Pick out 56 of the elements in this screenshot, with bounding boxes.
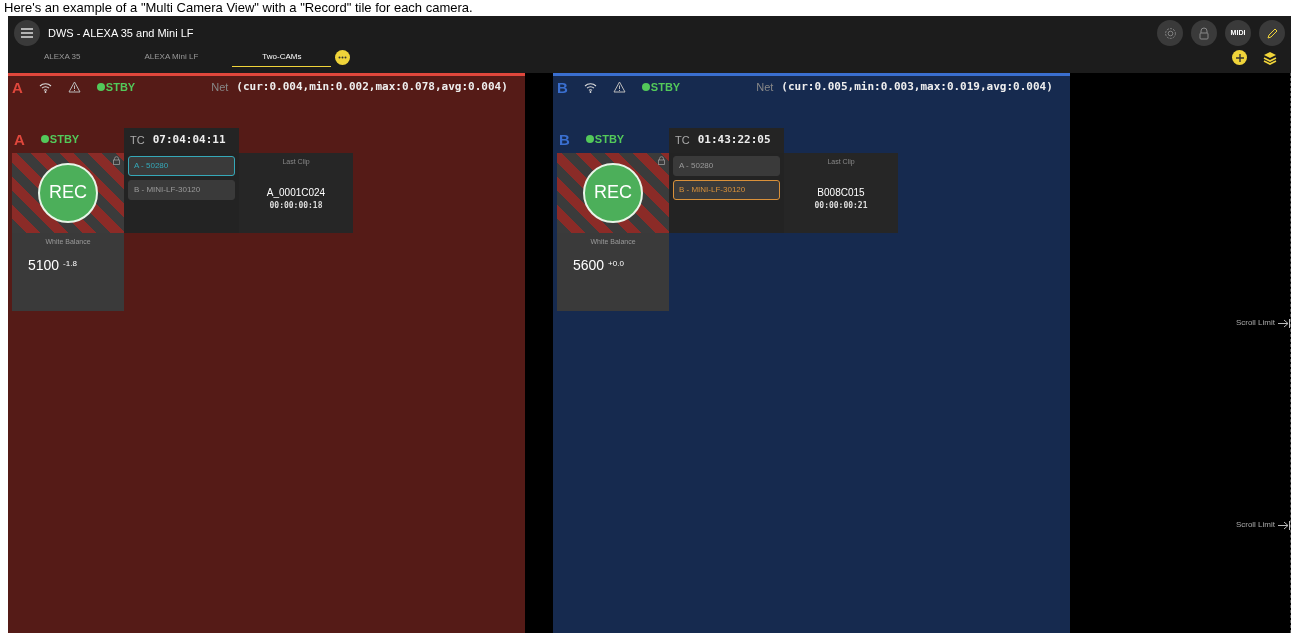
net-stats: (cur:0.005,min:0.003,max:0.019,avg:0.004): [781, 78, 1053, 95]
camera-item[interactable]: B - MINI-LF-30120: [673, 179, 780, 200]
tab[interactable]: ALEXA 35: [14, 48, 111, 67]
plus-icon: [1235, 53, 1244, 62]
layers-icon[interactable]: [1263, 50, 1277, 65]
scroll-limit-label: Scroll Limit: [1235, 317, 1275, 329]
wifi-icon: [38, 81, 52, 93]
warning-icon: [612, 81, 626, 93]
lock-button[interactable]: [1191, 20, 1217, 46]
wb-value: 5100 $^{-1.8}$: [27, 256, 78, 275]
menu-button[interactable]: [14, 20, 40, 46]
clip-name: A_0001C024: [266, 186, 326, 200]
window-title: DWS - ALEXA 35 and Mini LF: [48, 25, 194, 41]
net-label: Net: [211, 79, 229, 95]
net-stats: (cur:0.004,min:0.002,max:0.078,avg:0.004): [236, 78, 508, 95]
timecode-value: 01:43:22:05: [697, 132, 771, 148]
timecode-value: 07:04:04:11: [152, 132, 226, 148]
caption-text: Here's an example of a "Multi Camera View" with a "Record" tile for each camera.: [3, 0, 474, 16]
status-indicator: STBY: [585, 131, 625, 148]
arrow-to-bar-icon: [1278, 318, 1290, 328]
camera-letter: B: [557, 79, 568, 95]
lock-icon: [113, 155, 120, 165]
lock-icon: [1199, 26, 1209, 40]
clip-duration: 00:00:00:18: [269, 200, 323, 212]
timecode-label: TC: [675, 133, 690, 148]
warning-icon: [67, 81, 81, 93]
add-button[interactable]: [1232, 50, 1247, 65]
scroll-limit-label: Scroll Limit: [1235, 519, 1275, 531]
status-indicator: STBY: [641, 78, 681, 96]
lock-icon: [658, 155, 665, 165]
tab[interactable]: Two-CAMs: [232, 48, 332, 67]
tab[interactable]: ALEXA Mini LF: [114, 48, 229, 67]
camera-item[interactable]: B - MINI-LF-30120: [128, 179, 235, 200]
status-indicator: STBY: [96, 78, 136, 96]
record-button[interactable]: REC: [38, 162, 98, 223]
clip-name: B008C015: [817, 186, 865, 200]
timecode-label: TC: [130, 133, 145, 148]
record-button[interactable]: REC: [583, 162, 643, 223]
clip-duration: 00:00:00:21: [814, 200, 868, 212]
camera-letter: A: [12, 79, 23, 95]
status-indicator: STBY: [40, 131, 80, 148]
camera-item[interactable]: A - 50280: [673, 155, 780, 176]
arrow-to-bar-icon: [1278, 520, 1290, 530]
net-label: Net: [756, 79, 774, 95]
ellipsis-icon: [338, 56, 348, 59]
wb-value: 5600 $^{+0.0}$: [572, 256, 625, 275]
camera-letter: A: [14, 131, 25, 147]
edit-button[interactable]: [1259, 20, 1285, 46]
settings-button[interactable]: [1157, 20, 1183, 46]
camera-item[interactable]: A - 50280: [128, 155, 235, 176]
more-button[interactable]: [335, 50, 351, 65]
settings-icon: [1163, 26, 1177, 40]
camera-letter: B: [559, 131, 570, 147]
wifi-icon: [583, 81, 597, 93]
pencil-icon: [1265, 26, 1279, 40]
menu-icon: [21, 28, 33, 38]
